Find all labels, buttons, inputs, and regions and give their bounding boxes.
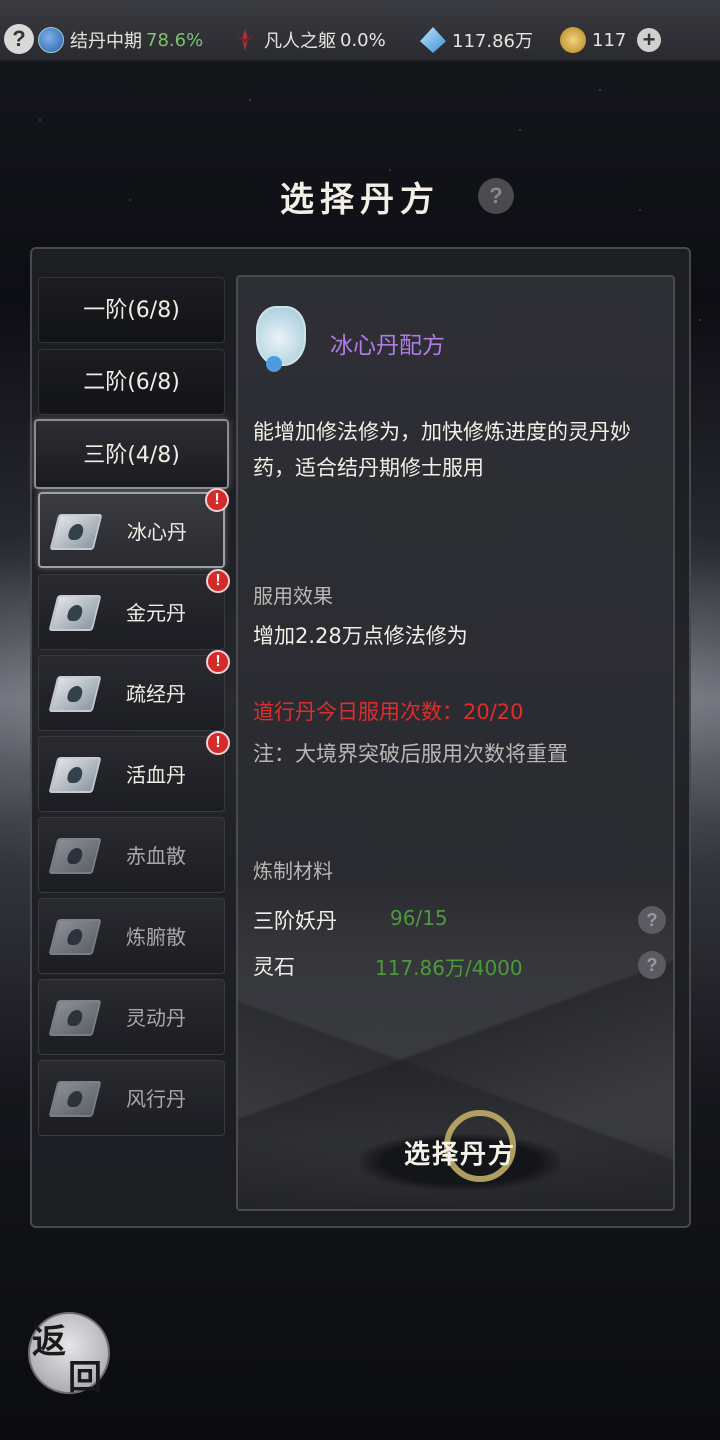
- title-help-icon[interactable]: ?: [478, 178, 514, 214]
- recipe-name: 赤血散: [126, 844, 186, 868]
- scroll-icon: [48, 676, 102, 712]
- scroll-icon: [48, 595, 102, 631]
- effect-text: 增加2.28万点修法修为: [253, 624, 468, 648]
- coin-stat[interactable]: 117: [560, 26, 626, 54]
- scroll-icon: [48, 757, 102, 793]
- coin-value: 117: [592, 29, 627, 51]
- select-recipe-label: 选择丹方: [403, 1140, 516, 1170]
- select-recipe-button[interactable]: 选择丹方: [360, 1110, 560, 1190]
- scroll-icon: [48, 838, 102, 874]
- tier-button-1[interactable]: 一阶(6/8): [38, 277, 225, 343]
- recipe-item-lingdong[interactable]: 灵动丹: [38, 979, 225, 1055]
- recipe-name: 疏经丹: [126, 682, 186, 706]
- daily-limit-text: 道行丹今日服用次数：20/20: [253, 700, 524, 724]
- material-name: 三阶妖丹: [253, 909, 337, 933]
- realm-stat[interactable]: 结丹中期 78.6%: [38, 26, 203, 54]
- back-char-1: 返: [32, 1322, 66, 1362]
- recipe-description: 能增加修法修为，加快修炼进度的灵丹妙药，适合结丹期修士服用: [253, 420, 631, 480]
- material-help-icon[interactable]: ?: [638, 906, 666, 934]
- add-coin-button[interactable]: +: [637, 28, 661, 52]
- top-status-bar: ? 结丹中期 78.6% 凡人之躯 0.0% 117.86万 117 +: [0, 0, 720, 62]
- material-help-icon[interactable]: ?: [638, 951, 666, 979]
- alert-icon: !: [205, 488, 229, 512]
- scroll-icon: [48, 919, 102, 955]
- alert-icon: !: [206, 650, 230, 674]
- spirit-stone-stat[interactable]: 117.86万: [420, 26, 533, 54]
- realm-progress: 78.6%: [146, 29, 204, 51]
- taiji-icon: [38, 27, 64, 53]
- scroll-icon: [49, 514, 103, 550]
- body-progress: 0.0%: [340, 29, 386, 51]
- material-qty: 117.86万/4000: [375, 956, 523, 980]
- recipe-item-bingxin[interactable]: 冰心丹 !: [38, 488, 229, 568]
- back-button[interactable]: 返 回: [28, 1312, 110, 1398]
- recipe-item-lianfu[interactable]: 炼腑散: [38, 898, 225, 974]
- body-label: 凡人之躯: [264, 31, 336, 52]
- coin-icon: [560, 27, 586, 53]
- material-name: 灵石: [253, 955, 295, 979]
- recipe-name: 风行丹: [126, 1087, 186, 1111]
- recipe-item-chixue[interactable]: 赤血散: [38, 817, 225, 893]
- help-icon[interactable]: ?: [4, 24, 34, 54]
- materials-label: 炼制材料: [253, 859, 333, 883]
- scroll-icon: [48, 1081, 102, 1117]
- body-stat[interactable]: 凡人之躯 0.0%: [232, 26, 386, 54]
- tier-button-2[interactable]: 二阶(6/8): [38, 349, 225, 415]
- spirit-stone-value: 117.86万: [452, 31, 533, 52]
- body-cultivation-icon: [232, 27, 258, 53]
- recipe-item-shujing[interactable]: 疏经丹 !: [38, 650, 230, 731]
- effect-label: 服用效果: [253, 584, 333, 608]
- recipe-name: 活血丹: [126, 763, 186, 787]
- recipe-name: 灵动丹: [126, 1006, 186, 1030]
- recipe-title: 冰心丹配方: [330, 333, 445, 359]
- spirit-stone-icon: [420, 27, 446, 53]
- recipe-name: 金元丹: [126, 601, 186, 625]
- pill-bottle-icon: [256, 306, 306, 372]
- recipe-name: 冰心丹: [127, 520, 187, 544]
- page-title: 选择丹方: [280, 180, 440, 220]
- recipe-name: 炼腑散: [126, 925, 186, 949]
- reset-note-text: 注：大境界突破后服用次数将重置: [253, 742, 568, 766]
- recipe-item-jinyuan[interactable]: 金元丹 !: [38, 569, 230, 650]
- alert-icon: !: [206, 569, 230, 593]
- back-char-2: 回: [68, 1358, 102, 1398]
- recipe-item-fengxing[interactable]: 风行丹: [38, 1060, 225, 1136]
- material-qty: 96/15: [390, 906, 448, 930]
- realm-label: 结丹中期: [70, 31, 142, 52]
- scroll-icon: [48, 1000, 102, 1036]
- tier-button-3[interactable]: 三阶(4/8): [34, 419, 229, 489]
- alert-icon: !: [206, 731, 230, 755]
- recipe-item-huoxue[interactable]: 活血丹 !: [38, 731, 230, 812]
